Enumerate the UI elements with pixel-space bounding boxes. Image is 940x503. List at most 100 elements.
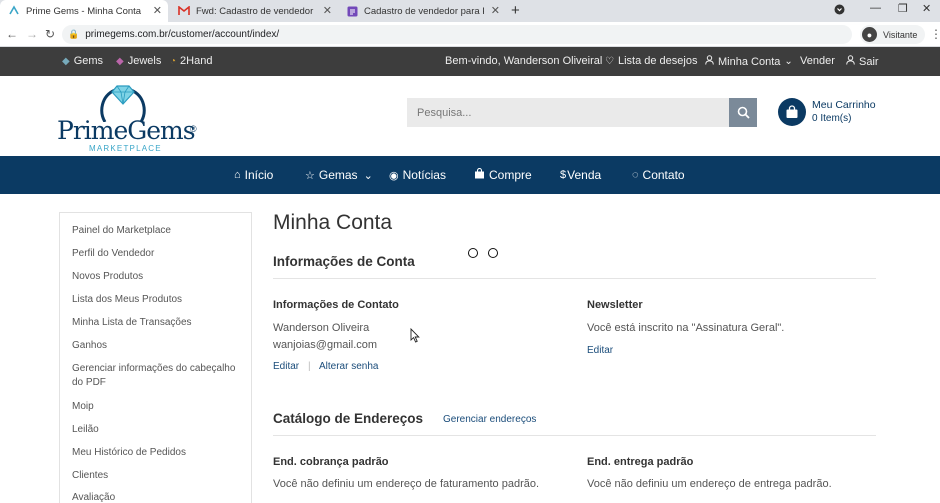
jewel-icon: ◆	[116, 55, 124, 67]
tab-title: Fwd: Cadastro de vendedor para Prim	[196, 5, 316, 17]
browser-toolbar: ← → ↻ 🔒 primegems.com.br/customer/accoun…	[0, 22, 940, 47]
tab-search-icon[interactable]	[834, 4, 845, 18]
nav-label: Gemas	[318, 168, 358, 182]
cart-count[interactable]: 0 Item(s)	[812, 113, 851, 124]
welcome-text: Bem-vindo, Wanderson Oliveiral	[445, 55, 602, 67]
address-bar[interactable]: 🔒 primegems.com.br/customer/account/inde…	[62, 25, 852, 44]
new-tab-button[interactable]: +	[511, 2, 520, 19]
browser-tab-gmail[interactable]: Fwd: Cadastro de vendedor para Prim ✕	[170, 0, 338, 22]
edit-newsletter-link[interactable]: Editar	[587, 345, 613, 356]
back-icon[interactable]: ←	[6, 27, 18, 41]
account-label: Minha Conta	[718, 55, 781, 68]
minimize-icon[interactable]: —	[870, 2, 881, 14]
heart-icon: ♡	[605, 55, 614, 67]
divider	[273, 435, 876, 436]
close-tab-icon[interactable]: ✕	[153, 4, 162, 17]
edit-contact-link[interactable]: Editar	[273, 361, 299, 372]
nav-item-compre[interactable]: Compre	[474, 167, 532, 182]
reload-icon[interactable]: ↻	[45, 27, 55, 41]
logo-registered-mark: ®	[190, 124, 197, 134]
sidebar-item-novos-produtos[interactable]: Novos Produtos	[72, 270, 247, 284]
browser-tab-form[interactable]: Cadastro de vendedor para Prime ✕	[338, 0, 506, 22]
mouse-cursor-icon	[410, 328, 420, 343]
search-button[interactable]	[729, 98, 757, 127]
nav-label: Venda	[567, 168, 602, 182]
sidebar-item-avaliacao[interactable]: Avaliação	[72, 491, 247, 503]
forward-icon[interactable]: →	[26, 27, 38, 41]
shopping-bag-icon	[786, 105, 798, 118]
lock-icon: 🔒	[68, 29, 80, 39]
star-icon: ☆	[305, 169, 315, 182]
site-top-bar: ◆ Gems ◆ Jewels ◔ 2Hand Bem-vindo, Wande…	[0, 47, 940, 76]
nav-label: Compre	[489, 168, 532, 182]
form-icon	[346, 5, 358, 17]
topbar-link-jewels[interactable]: ◆ Jewels	[116, 55, 161, 67]
sell-link[interactable]: Vender	[800, 55, 835, 67]
search-input[interactable]: Pesquisa...	[407, 98, 729, 127]
search-icon	[737, 106, 750, 119]
cart-title[interactable]: Meu Carrinho	[812, 99, 876, 111]
search-placeholder: Pesquisa...	[417, 106, 472, 119]
cart-button[interactable]	[778, 98, 806, 126]
nav-item-inicio[interactable]: ⌂ Início	[234, 168, 273, 182]
contact-info-label: Informações de Contato	[273, 299, 399, 311]
nav-item-noticias[interactable]: ◉ Notícias	[389, 168, 446, 182]
close-tab-icon[interactable]: ✕	[491, 4, 500, 17]
wishlist-label: Lista de desejos	[617, 55, 698, 67]
nav-item-contato[interactable]: ◌ Contato	[632, 168, 685, 182]
profile-button[interactable]: ● Visitante	[860, 25, 926, 44]
address-book-heading: Catálogo de Endereços	[273, 411, 424, 426]
close-tab-icon[interactable]: ✕	[323, 4, 332, 17]
loading-dot	[468, 248, 478, 258]
nav-item-venda[interactable]: $ Venda	[560, 168, 601, 182]
logo-subtitle: MARKETPLACE	[89, 144, 162, 153]
sidebar-item-leilao[interactable]: Leilão	[72, 423, 247, 437]
account-menu[interactable]: Minha Conta ⌄	[705, 55, 793, 68]
logout-label: Sair	[859, 55, 879, 68]
link-separator: |	[308, 361, 311, 372]
browser-tab-primegems[interactable]: Prime Gems - Minha Conta ✕	[0, 0, 168, 22]
nav-label: Início	[244, 168, 274, 182]
sell-label: Vender	[800, 55, 835, 67]
gem-icon: ◆	[62, 55, 70, 67]
sidebar-item-transacoes[interactable]: Minha Lista de Transações	[72, 316, 247, 330]
loading-dot	[488, 248, 498, 258]
sidebar-item-clientes[interactable]: Clientes	[72, 469, 247, 483]
sidebar-item-lista-produtos[interactable]: Lista dos Meus Produtos	[72, 293, 247, 307]
shipping-address-text: Você não definiu um endereço de entrega …	[587, 478, 832, 490]
topbar-link-gems[interactable]: ◆ Gems	[62, 55, 103, 67]
logout-link[interactable]: Sair	[846, 55, 879, 68]
manage-addresses-link[interactable]: Gerenciar endereços	[443, 414, 536, 425]
url-text: primegems.com.br/customer/account/index/	[85, 29, 280, 40]
close-window-icon[interactable]: ✕	[922, 2, 931, 15]
sidebar-item-pdf-header[interactable]: Gerenciar informações do cabeçalho do PD…	[72, 362, 247, 390]
sidebar-item-ganhos[interactable]: Ganhos	[72, 339, 247, 353]
browser-menu-icon[interactable]: ⋮	[930, 27, 940, 41]
2hand-icon: ◔	[170, 55, 177, 67]
profile-label: Visitante	[883, 29, 918, 40]
user-icon	[705, 55, 714, 68]
welcome-label: Bem-vindo, Wanderson Oliveiral	[445, 55, 603, 67]
sidebar-item-historico[interactable]: Meu Histórico de Pedidos	[72, 446, 247, 460]
primegems-favicon-icon	[8, 5, 20, 17]
chevron-down-icon: ⌄	[363, 169, 373, 182]
dollar-icon: $	[560, 169, 567, 181]
sidebar-item-painel[interactable]: Painel do Marketplace	[72, 224, 247, 238]
nav-item-gemas[interactable]: ☆ Gemas ⌄	[305, 168, 373, 182]
nav-label: Notícias	[402, 168, 446, 182]
tab-title: Prime Gems - Minha Conta	[26, 5, 142, 17]
sidebar-item-moip[interactable]: Moip	[72, 400, 247, 414]
wishlist-link[interactable]: ♡ Lista de desejos	[605, 55, 697, 67]
topbar-link-2hand[interactable]: ◔ 2Hand	[170, 55, 212, 67]
divider	[273, 278, 876, 279]
bag-icon	[474, 167, 485, 182]
newsletter-label: Newsletter	[587, 299, 643, 311]
maximize-icon[interactable]: ❐	[898, 2, 908, 15]
main-nav: ⌂ Início ☆ Gemas ⌄ ◉ Notícias Compre $ V…	[0, 156, 940, 194]
site-logo[interactable]: PrimeGems ® MARKETPLACE	[57, 82, 207, 156]
billing-address-text: Você não definiu um endereço de faturame…	[273, 478, 540, 490]
sidebar-item-perfil[interactable]: Perfil do Vendedor	[72, 247, 247, 261]
page-title: Minha Conta	[273, 211, 393, 234]
gmail-icon	[178, 5, 190, 17]
change-password-link[interactable]: Alterar senha	[319, 361, 378, 372]
